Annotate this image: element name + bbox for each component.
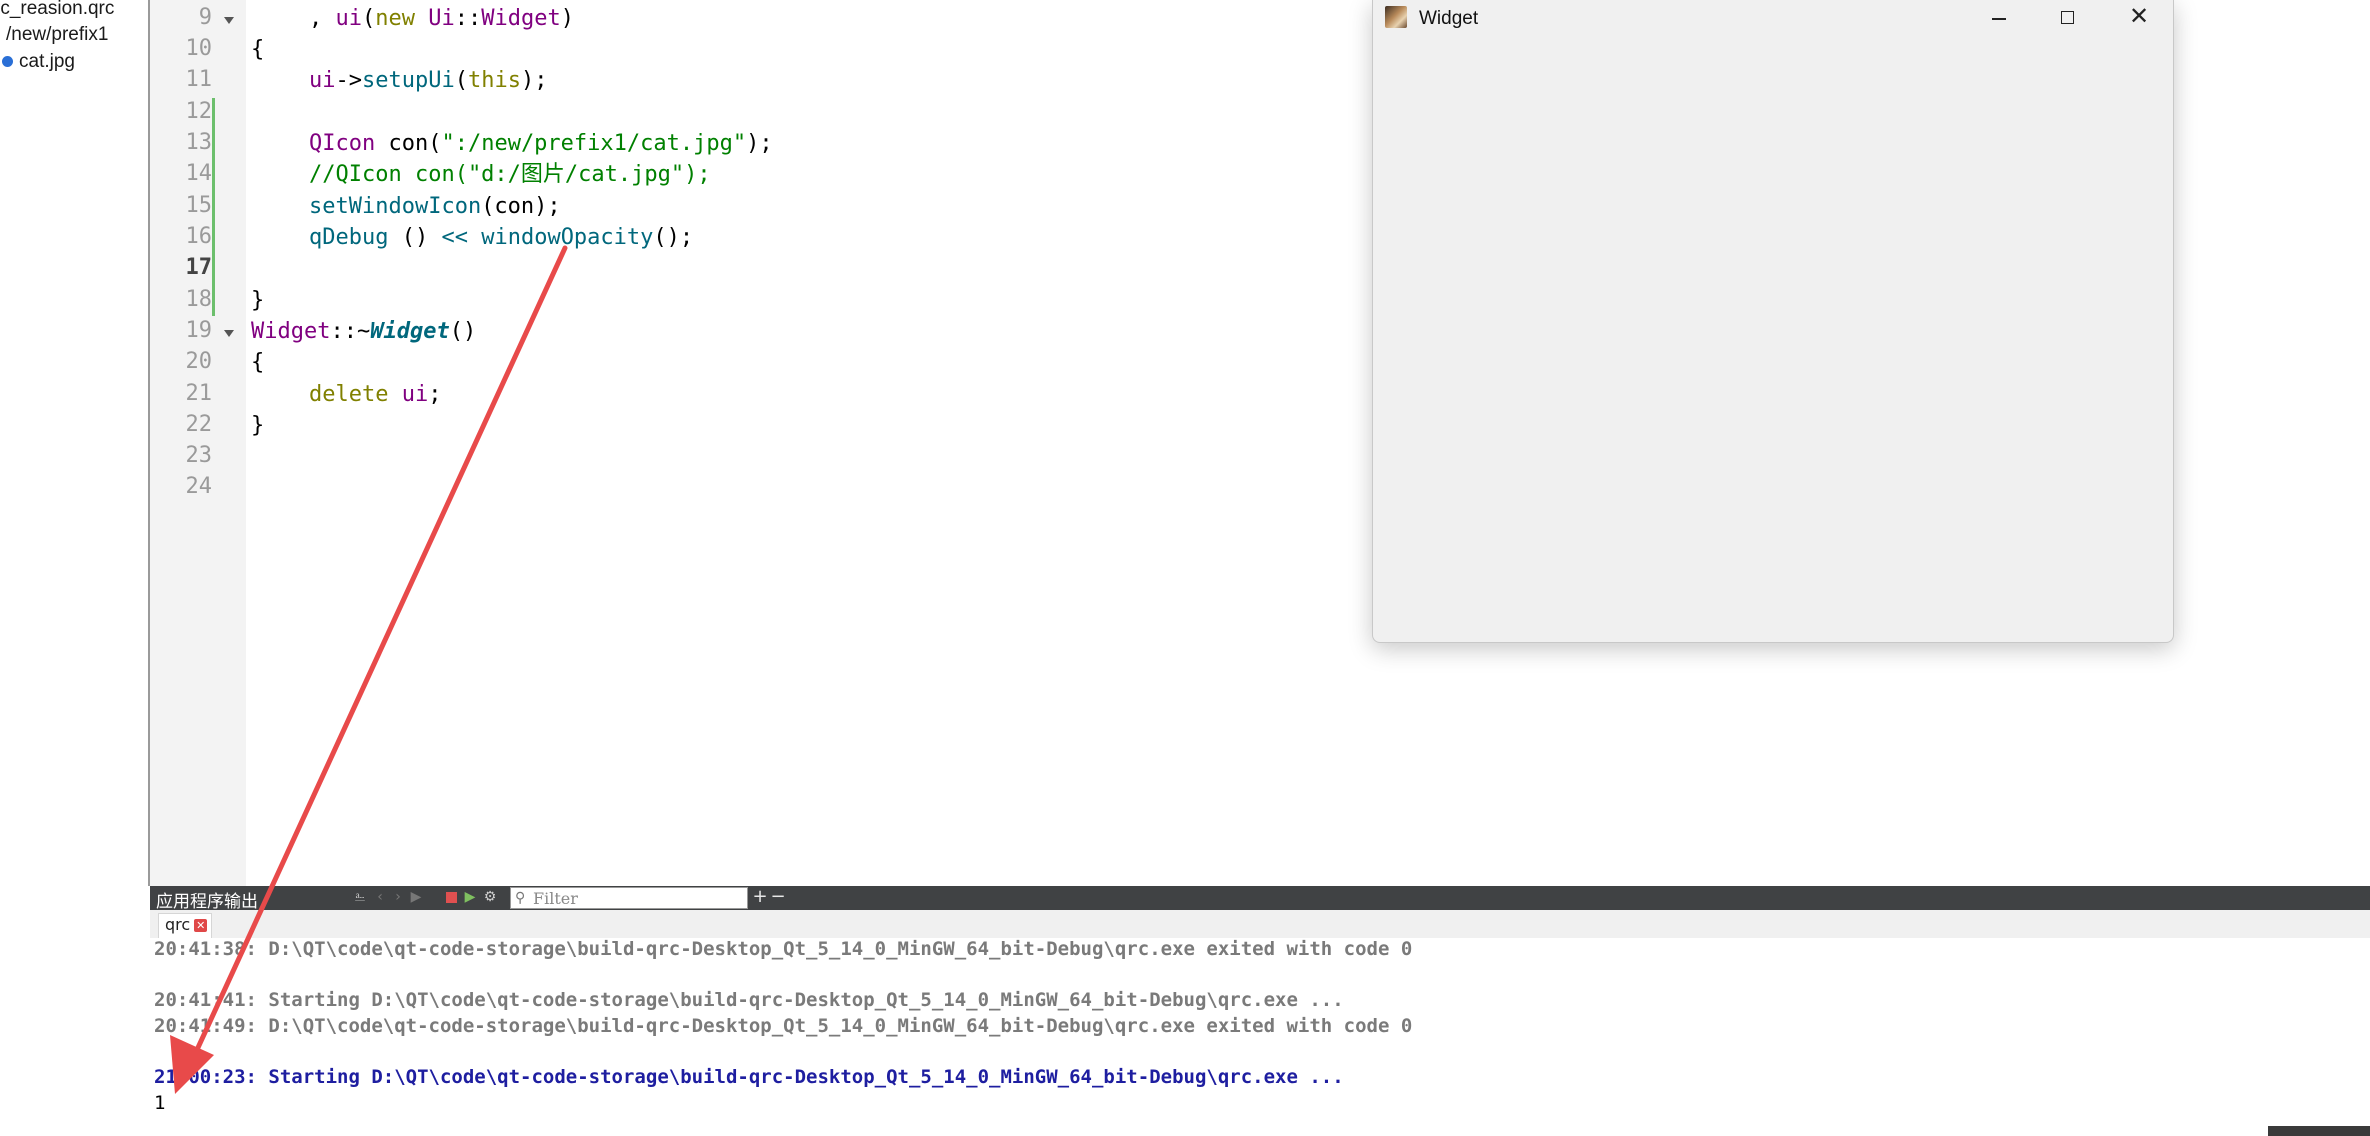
code-line-11: ui->setupUi(this); [309, 68, 548, 93]
line-number: 19 [185, 318, 213, 343]
output-line: 20:41:38: D:\QT\code\qt-code-storage\bui… [154, 938, 1413, 960]
debug-run-icon[interactable]: ▶ [462, 889, 478, 905]
line-number: 12 [185, 99, 213, 124]
run-icon[interactable]: ▶ [408, 889, 424, 905]
code-line-20: { [251, 350, 265, 375]
line-number: 24 [185, 474, 213, 499]
close-icon: ✕ [2129, 2, 2150, 30]
change-marker [212, 98, 215, 316]
tab-qrc[interactable]: qrc ✕ [158, 913, 213, 938]
fold-arrow-icon[interactable] [224, 330, 234, 337]
output-line: 20:41:41: Starting D:\QT\code\qt-code-st… [154, 989, 1344, 1011]
remove-icon[interactable]: − [770, 888, 786, 906]
next-icon[interactable]: › [390, 889, 406, 905]
output-tab-bar: qrc ✕ [150, 910, 2370, 939]
qrc-file-icon [2, 56, 13, 68]
line-number: 10 [185, 36, 213, 61]
code-line-19: Widget::~Widget() [251, 319, 477, 344]
code-line-10: { [251, 37, 265, 62]
minimize-icon [1992, 18, 2006, 20]
line-number: 21 [185, 381, 213, 406]
tree-item-label: /new/prefix1 [6, 24, 109, 45]
tree-item-prefix[interactable]: /new/prefix1 [6, 24, 108, 46]
code-line-16: qDebug () << windowOpacity(); [309, 225, 694, 250]
attach-icon[interactable]: ⎁ [352, 889, 368, 905]
line-number: 15 [185, 193, 213, 218]
tree-item-label: cat.jpg [19, 51, 75, 72]
output-line: 20:41:49: D:\QT\code\qt-code-storage\bui… [154, 1015, 1413, 1037]
line-number: 13 [185, 130, 213, 155]
line-number: 23 [185, 443, 213, 468]
code-line-22: } [251, 413, 265, 438]
search-icon: ⚲ [515, 890, 526, 906]
prev-icon[interactable]: ‹ [372, 889, 388, 905]
line-number-gutter: 9 10 11 12 13 14 15 16 17 18 19 20 21 22… [150, 0, 246, 886]
filter-placeholder: Filter [533, 889, 578, 908]
line-number: 9 [198, 5, 212, 30]
application-output[interactable]: 20:41:38: D:\QT\code\qt-code-storage\bui… [150, 938, 2370, 1136]
output-line: 1 [154, 1092, 166, 1114]
line-number: 22 [185, 412, 213, 437]
code-line-13: QIcon con(":/new/prefix1/cat.jpg"); [309, 131, 773, 156]
line-number: 16 [185, 224, 213, 249]
line-number-current: 17 [185, 255, 213, 280]
output-pane-toolbar: 应用程序输出 ⎁ ‹ › ▶ ▶ ⚙ ⚲ Filter + − [150, 886, 2370, 912]
line-number: 11 [185, 67, 213, 92]
output-line: 21:00:23: Starting D:\QT\code\qt-code-st… [154, 1066, 1344, 1088]
minimize-button[interactable] [1965, 0, 2033, 36]
stop-icon[interactable] [446, 892, 457, 903]
corner-badge [2268, 1126, 2370, 1136]
filter-input[interactable]: ⚲ Filter [510, 887, 748, 909]
code-line-21: delete ui; [309, 382, 442, 407]
output-pane-title: 应用程序输出 [156, 892, 258, 912]
code-line-9: , ui(new Ui::Widget) [309, 6, 574, 31]
add-icon[interactable]: + [752, 888, 768, 906]
code-line-15: setWindowIcon(con); [309, 194, 561, 219]
maximize-icon [2061, 11, 2074, 24]
close-icon[interactable]: ✕ [194, 919, 208, 932]
line-number: 14 [185, 161, 213, 186]
window-title: Widget [1419, 8, 1479, 29]
tree-item-qrc[interactable]: rc_reasion.qrc [0, 0, 114, 20]
cat-thumbnail-icon [1385, 6, 1407, 28]
close-button[interactable]: ✕ [2103, 0, 2171, 36]
code-line-18: } [251, 288, 265, 313]
project-tree: rc_reasion.qrc /new/prefix1 cat.jpg [0, 0, 150, 886]
fold-arrow-icon[interactable] [224, 17, 234, 24]
tree-item-cat-jpg[interactable]: cat.jpg [2, 51, 75, 73]
tab-label: qrc [165, 915, 191, 934]
line-number: 20 [185, 349, 213, 374]
settings-icon[interactable]: ⚙ [482, 889, 498, 905]
code-line-14: //QIcon con("d:/图片/cat.jpg"); [309, 162, 711, 187]
widget-window[interactable]: Widget ✕ [1372, 0, 2174, 643]
maximize-button[interactable] [2033, 0, 2101, 36]
tree-item-label: rc_reasion.qrc [0, 0, 115, 19]
line-number: 18 [185, 287, 213, 312]
